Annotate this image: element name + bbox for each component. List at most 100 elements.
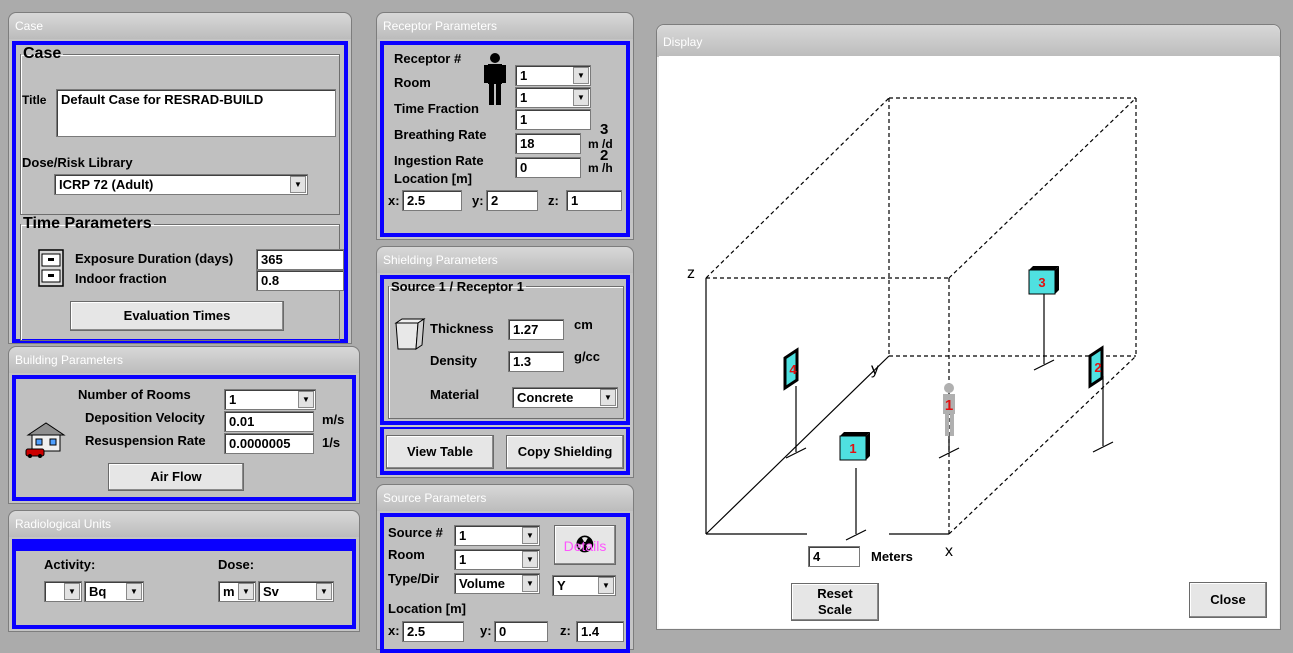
receptor-panel: Receptor Parameters Receptor # 1 ▼ Room … xyxy=(376,12,634,240)
material-dropdown[interactable]: Concrete ▼ xyxy=(512,387,618,408)
deposition-velocity-field[interactable]: 0.01 xyxy=(224,411,314,432)
thickness-field[interactable]: 1.27 xyxy=(508,319,564,340)
dose-label: Dose: xyxy=(218,557,255,572)
thickness-unit: cm xyxy=(574,317,593,332)
source-room-dropdown[interactable]: 1 ▼ xyxy=(454,549,540,570)
source-marker-3-label: 3 xyxy=(1038,275,1045,290)
library-label: Dose/Risk Library xyxy=(22,155,133,170)
receptor-x-field[interactable]: 2.5 xyxy=(402,190,462,211)
dose-prefix-value: m xyxy=(223,584,235,599)
dose-unit-dropdown[interactable]: Sv ▼ xyxy=(258,581,334,602)
source-x-field[interactable]: 2.5 xyxy=(402,621,464,642)
chevron-down-icon[interactable]: ▼ xyxy=(298,391,314,408)
density-field[interactable]: 1.3 xyxy=(508,351,564,372)
exposure-duration-field[interactable]: 365 xyxy=(256,249,344,270)
receptor-y-field[interactable]: 2 xyxy=(486,190,538,211)
person-icon xyxy=(484,53,506,105)
chevron-down-icon[interactable]: ▼ xyxy=(573,67,589,84)
chevron-down-icon[interactable]: ▼ xyxy=(598,577,614,594)
source-number-value: 1 xyxy=(459,528,467,543)
chevron-down-icon[interactable]: ▼ xyxy=(600,389,616,406)
receptor-panel-title: Receptor Parameters xyxy=(377,13,633,39)
scale-unit-label: Meters xyxy=(871,549,913,564)
density-label: Density xyxy=(430,353,477,368)
case-title-textarea[interactable]: Default Case for RESRAD-BUILD xyxy=(56,89,336,137)
source-z-label: z: xyxy=(560,623,571,638)
ingestion-rate-field[interactable]: 0 xyxy=(515,157,581,178)
chevron-down-icon[interactable]: ▼ xyxy=(522,527,538,544)
source-number-dropdown[interactable]: 1 ▼ xyxy=(454,525,540,546)
source-marker-4-label: 4 xyxy=(789,362,797,377)
source-marker-2-label: 2 xyxy=(1094,360,1101,375)
receptor-number-value: 1 xyxy=(520,68,528,83)
activity-unit-dropdown[interactable]: Bq ▼ xyxy=(84,581,144,602)
source-marker-2: 2 xyxy=(1088,345,1104,389)
radiological-units-panel: Radiological Units Activity: ▼ Bq ▼ Dose… xyxy=(8,510,360,632)
shielding-group-label: Source 1 / Receptor 1 xyxy=(391,279,524,294)
view-table-button[interactable]: View Table xyxy=(386,435,494,469)
indoor-fraction-label: Indoor fraction xyxy=(75,271,167,286)
receptor-room-dropdown[interactable]: 1 ▼ xyxy=(515,87,591,108)
source-number-label: Source # xyxy=(388,525,443,540)
library-dropdown[interactable]: ICRP 72 (Adult) ▼ xyxy=(54,174,308,195)
source-direction-dropdown[interactable]: Y ▼ xyxy=(552,575,616,596)
receptor-z-label: z: xyxy=(548,193,559,208)
source-y-field[interactable]: 0 xyxy=(494,621,548,642)
receptor-z-field[interactable]: 1 xyxy=(566,190,622,211)
source-marker-1: 1 xyxy=(839,432,870,461)
activity-prefix-dropdown[interactable]: ▼ xyxy=(44,581,82,602)
chevron-down-icon[interactable]: ▼ xyxy=(126,583,142,600)
chevron-down-icon[interactable]: ▼ xyxy=(573,89,589,106)
ingestion-unit: m /h xyxy=(588,161,613,175)
source-y-label: y: xyxy=(480,623,492,638)
receptor-panel-body: Receptor # 1 ▼ Room 1 ▼ Time Fraction 1 … xyxy=(380,41,630,237)
material-label: Material xyxy=(430,387,480,402)
source-type-dropdown[interactable]: Volume ▼ xyxy=(454,573,540,594)
material-value: Concrete xyxy=(517,390,574,405)
time-fraction-label: Time Fraction xyxy=(394,101,480,116)
receptor-x-label: x: xyxy=(388,193,400,208)
receptor-room-value: 1 xyxy=(520,90,528,105)
indoor-fraction-field[interactable]: 0.8 xyxy=(256,270,344,291)
chevron-down-icon[interactable]: ▼ xyxy=(522,575,538,592)
ingestion-rate-label: Ingestion Rate xyxy=(394,153,484,168)
type-dir-label: Type/Dir xyxy=(388,571,440,586)
chevron-down-icon[interactable]: ▼ xyxy=(238,583,254,600)
chevron-down-icon[interactable]: ▼ xyxy=(64,583,80,600)
breathing-rate-field[interactable]: 18 xyxy=(515,133,581,154)
time-group-label: Time Parameters xyxy=(23,215,152,232)
close-button[interactable]: Close xyxy=(1189,582,1267,618)
chevron-down-icon[interactable]: ▼ xyxy=(522,551,538,568)
deposition-unit: m/s xyxy=(322,412,345,427)
air-flow-button[interactable]: Air Flow xyxy=(108,463,244,491)
receptor-number-dropdown[interactable]: 1 ▼ xyxy=(515,65,591,86)
details-button[interactable]: ☢ Details xyxy=(554,525,616,565)
resuspension-rate-field[interactable]: 0.0000005 xyxy=(224,433,314,454)
dose-prefix-dropdown[interactable]: m ▼ xyxy=(218,581,256,602)
time-fraction-field[interactable]: 1 xyxy=(515,109,591,130)
source-type-value: Volume xyxy=(459,576,505,591)
case-panel-title: Case xyxy=(9,13,351,39)
units-panel-title: Radiological Units xyxy=(9,511,359,537)
shield-block-icon xyxy=(394,317,428,351)
chevron-down-icon[interactable]: ▼ xyxy=(290,176,306,193)
axis-z-label: z xyxy=(687,265,695,282)
copy-shielding-button[interactable]: Copy Shielding xyxy=(506,435,624,469)
thickness-label: Thickness xyxy=(430,321,494,336)
reset-scale-button[interactable]: Reset Scale xyxy=(791,583,879,621)
file-cabinet-icon xyxy=(38,249,64,287)
activity-unit-value: Bq xyxy=(89,584,107,599)
scale-field[interactable]: 4 xyxy=(808,546,860,567)
chevron-down-icon[interactable]: ▼ xyxy=(316,583,332,600)
axis-y-label: y xyxy=(871,361,879,378)
source-x-label: x: xyxy=(388,623,400,638)
case-panel: Case Case Title Default Case for RESRAD-… xyxy=(8,12,352,344)
source-z-field[interactable]: 1.4 xyxy=(576,621,624,642)
breathing-unit-exponent: 3 xyxy=(600,121,609,138)
library-value: ICRP 72 (Adult) xyxy=(59,177,154,192)
evaluation-times-button[interactable]: Evaluation Times xyxy=(70,301,284,331)
rooms-dropdown[interactable]: 1 ▼ xyxy=(224,389,316,410)
display-canvas: 1 1 2 3 4 z y x 4 Meters Reset Scale Clo… xyxy=(659,56,1279,628)
shielding-panel-title: Shielding Parameters xyxy=(377,247,633,273)
deposition-velocity-label: Deposition Velocity xyxy=(85,410,205,425)
